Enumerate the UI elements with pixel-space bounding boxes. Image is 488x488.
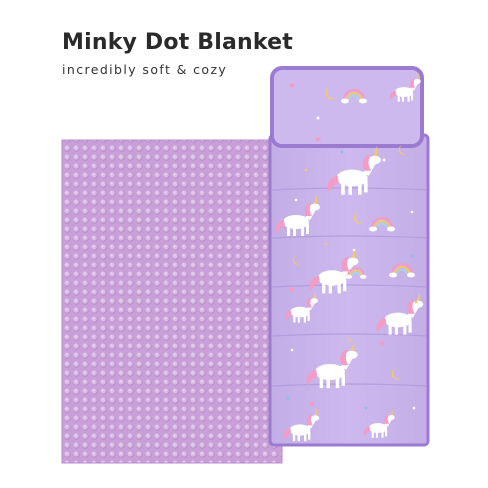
page-title: Minky Dot Blanket <box>62 30 293 55</box>
page-subtitle: incredibly soft & cozy <box>62 62 228 77</box>
mat-pillow <box>270 66 424 148</box>
nap-mat <box>268 66 430 447</box>
minky-dot-blanket <box>61 139 283 464</box>
